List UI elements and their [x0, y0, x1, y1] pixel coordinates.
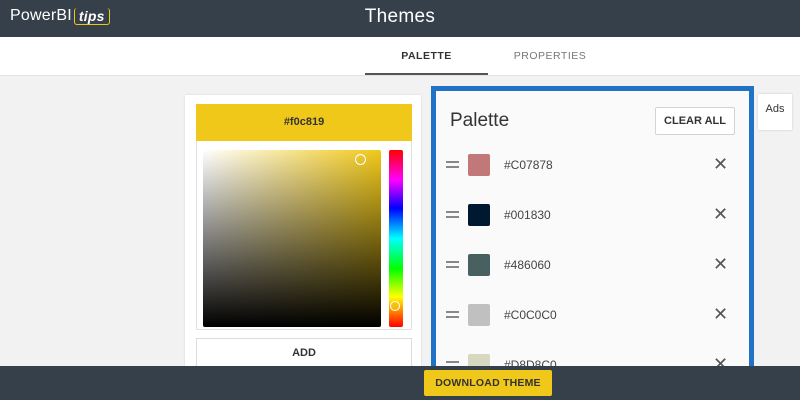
color-swatch[interactable] [468, 204, 490, 226]
add-button[interactable]: ADD [196, 338, 412, 368]
color-hex-label: #001830 [504, 208, 551, 222]
palette-title: Palette [450, 110, 510, 131]
color-hex-label: #C07878 [504, 158, 553, 172]
saturation-area[interactable] [203, 150, 381, 327]
drag-handle-icon[interactable] [446, 161, 459, 168]
color-hex-label: #486060 [504, 258, 551, 272]
tab-bar: PALETTE PROPERTIES [0, 37, 800, 76]
selected-color-hex[interactable]: #f0c819 [196, 104, 412, 141]
tab-properties[interactable]: PROPERTIES [492, 37, 608, 73]
color-hex-label: #C0C0C0 [504, 308, 557, 322]
color-swatch[interactable] [468, 304, 490, 326]
palette-panel: Palette CLEAR ALL #C07878 ✕ #001830 ✕ #4… [431, 86, 754, 373]
bottom-bar: DOWNLOAD THEME [0, 366, 800, 400]
close-icon[interactable]: ✕ [713, 154, 728, 174]
tab-palette[interactable]: PALETTE [365, 37, 488, 75]
drag-handle-icon[interactable] [446, 261, 459, 268]
hue-handle[interactable] [390, 301, 400, 311]
color-swatch[interactable] [468, 254, 490, 276]
close-icon[interactable]: ✕ [713, 254, 728, 274]
close-icon[interactable]: ✕ [713, 304, 728, 324]
clear-all-button[interactable]: CLEAR ALL [655, 107, 735, 135]
top-bar: PowerBI tips Themes [0, 0, 800, 37]
palette-row: #486060 ✕ [436, 251, 749, 281]
close-icon[interactable]: ✕ [713, 204, 728, 224]
drag-handle-icon[interactable] [446, 311, 459, 318]
drag-handle-icon[interactable] [446, 211, 459, 218]
ads-panel[interactable]: Ads [758, 94, 792, 130]
palette-row: #C07878 ✕ [436, 151, 749, 181]
palette-row: #C0C0C0 ✕ [436, 301, 749, 331]
color-picker-card: #f0c819 ADD [185, 95, 421, 380]
download-theme-button[interactable]: DOWNLOAD THEME [424, 370, 552, 396]
color-swatch[interactable] [468, 154, 490, 176]
page-title: Themes [364, 6, 436, 27]
saturation-handle[interactable] [355, 154, 366, 165]
palette-row: #001830 ✕ [436, 201, 749, 231]
